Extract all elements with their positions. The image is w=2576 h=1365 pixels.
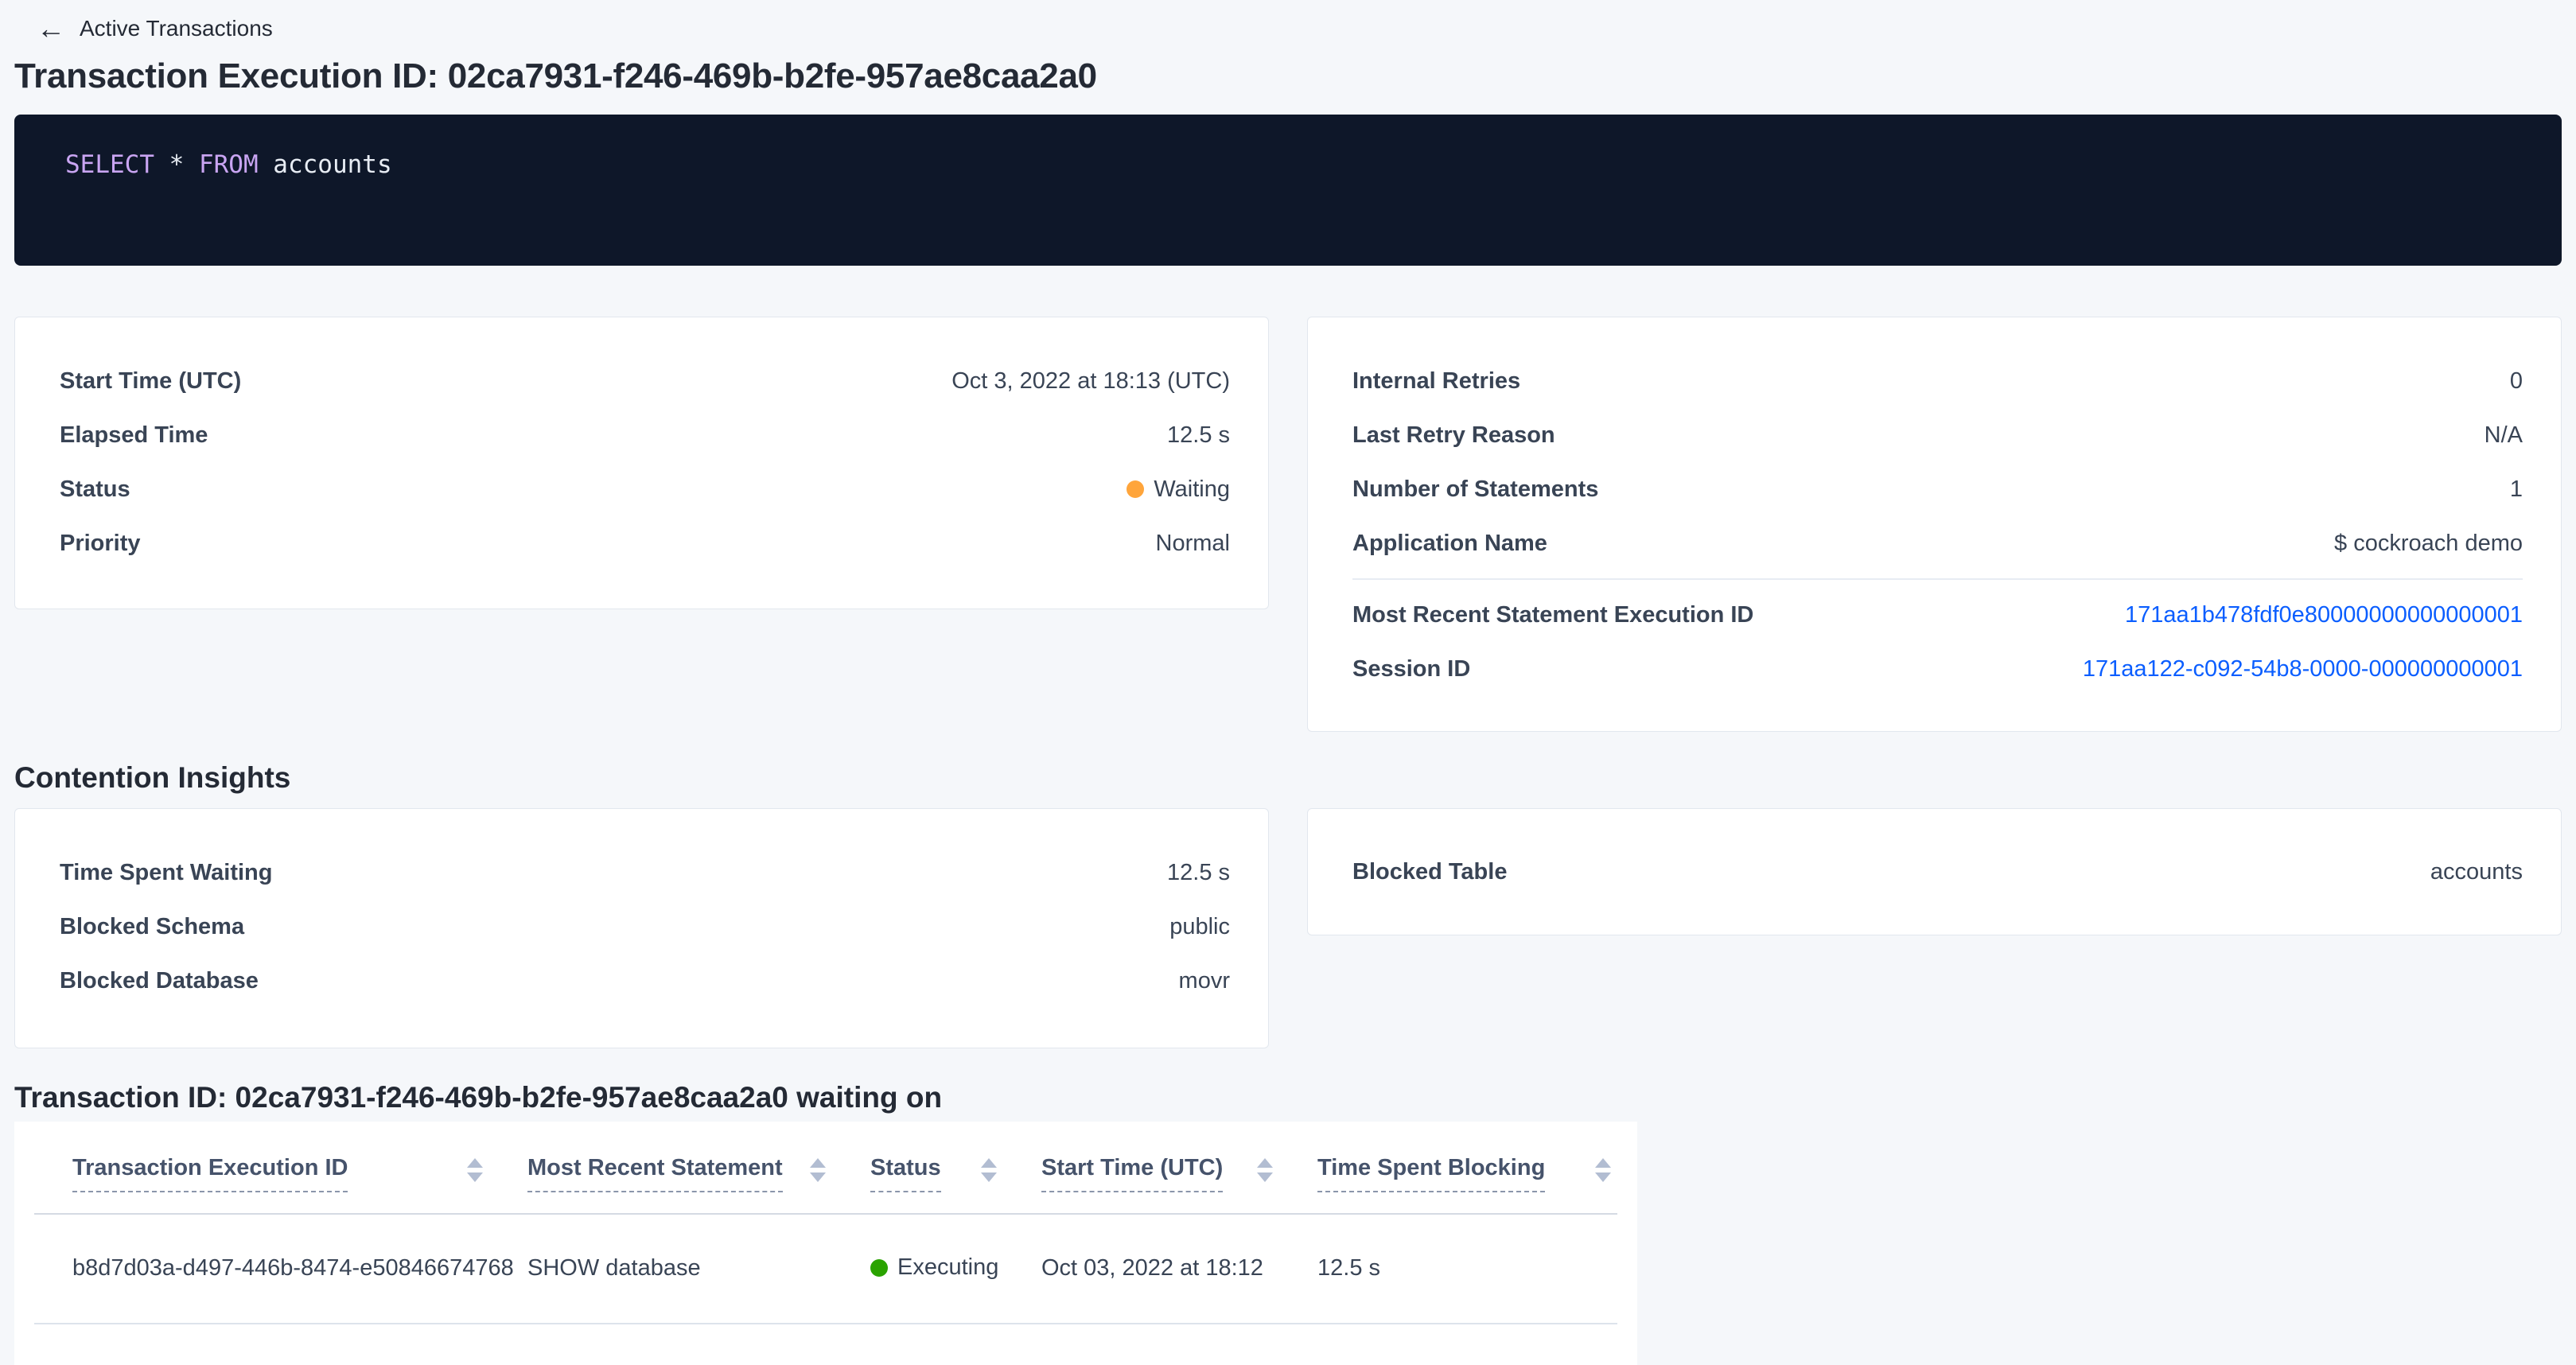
info-value: public [1169,914,1230,940]
info-value: Oct 3, 2022 at 18:13 (UTC) [951,368,1230,395]
info-label: Application Name [1352,531,1547,557]
back-navigation[interactable]: ← Active Transactions [14,0,2562,45]
info-value: accounts [2430,859,2523,885]
sql-plain: accounts [259,150,392,179]
sql-statement-box: SELECT * FROM accounts [14,115,2562,266]
transaction-details-page: ← Active Transactions Transaction Execut… [0,0,2576,1365]
overview-card-left: Start Time (UTC) Oct 3, 2022 at 18:13 (U… [14,317,1269,609]
info-row-elapsed-time: Elapsed Time 12.5 s [60,408,1230,462]
contention-cards-row: Time Spent Waiting 12.5 s Blocked Schema… [14,808,2562,1048]
status-badge: Executing [870,1254,998,1281]
info-value: Normal [1156,531,1230,557]
statement-execution-id-link[interactable]: 171aa1b478fdf0e80000000000000001 [2125,602,2523,628]
info-label: Blocked Database [60,968,259,994]
sort-icon[interactable] [1595,1158,1611,1182]
column-header-label[interactable]: Transaction Execution ID [72,1155,348,1192]
info-row-number-of-statements: Number of Statements 1 [1352,462,2523,516]
sort-icon[interactable] [1257,1158,1273,1182]
info-label: Number of Statements [1352,476,1598,503]
info-label: Blocked Schema [60,914,244,940]
sql-keyword: SELECT [65,150,154,179]
info-row-start-time: Start Time (UTC) Oct 3, 2022 at 18:13 (U… [60,354,1230,408]
info-row-internal-retries: Internal Retries 0 [1352,354,2523,408]
column-header-transaction-execution-id[interactable]: Transaction Execution ID [34,1122,489,1214]
info-row-last-retry-reason: Last Retry Reason N/A [1352,408,2523,462]
table-header-row: Transaction Execution ID Most Recent Sta… [34,1122,1617,1214]
info-row-status: Status Waiting [60,462,1230,516]
status-badge: Waiting [1127,476,1230,503]
status-text: Waiting [1154,476,1230,503]
info-value: $ cockroach demo [2334,531,2523,557]
info-row-blocked-table: Blocked Table accounts [1352,845,2523,899]
info-row-priority: Priority Normal [60,516,1230,570]
cell-status: Executing [832,1214,1003,1324]
column-header-label[interactable]: Status [870,1155,941,1192]
info-label: Status [60,476,130,503]
page-title: Transaction Execution ID: 02ca7931-f246-… [14,56,2562,97]
waiting-on-table-panel: Transaction Execution ID Most Recent Sta… [14,1122,1637,1365]
info-row-time-spent-waiting: Time Spent Waiting 12.5 s [60,846,1230,900]
waiting-on-table: Transaction Execution ID Most Recent Sta… [34,1122,1617,1324]
contention-insights-heading: Contention Insights [14,760,2562,795]
info-label: Elapsed Time [60,422,208,449]
info-value: 0 [2510,368,2523,395]
info-row-blocked-schema: Blocked Schema public [60,900,1230,954]
column-header-label[interactable]: Most Recent Statement [527,1155,783,1192]
column-header-time-spent-blocking[interactable]: Time Spent Blocking [1279,1122,1617,1214]
cell-most-recent-statement: SHOW database [489,1214,832,1324]
status-dot-waiting-icon [1127,480,1144,498]
overview-card-right: Internal Retries 0 Last Retry Reason N/A… [1307,317,2562,732]
sort-icon[interactable] [467,1158,483,1182]
column-header-label[interactable]: Time Spent Blocking [1317,1155,1545,1192]
info-label: Time Spent Waiting [60,860,272,886]
back-link-label[interactable]: Active Transactions [80,16,273,41]
waiting-on-heading: Transaction ID: 02ca7931-f246-469b-b2fe-… [14,1080,2562,1115]
info-label: Internal Retries [1352,368,1520,395]
cell-start-time: Oct 03, 2022 at 18:12 [1003,1214,1279,1324]
info-label: Session ID [1352,656,1470,682]
sql-statement-text: SELECT * FROM accounts [65,150,2530,180]
info-label: Start Time (UTC) [60,368,241,395]
info-row-blocked-database: Blocked Database movr [60,954,1230,1008]
contention-card-left: Time Spent Waiting 12.5 s Blocked Schema… [14,808,1269,1048]
info-row-session-id: Session ID 171aa122-c092-54b8-0000-00000… [1352,642,2523,696]
column-header-start-time[interactable]: Start Time (UTC) [1003,1122,1279,1214]
info-label: Priority [60,531,141,557]
info-value: 12.5 s [1167,860,1230,886]
info-label: Last Retry Reason [1352,422,1555,449]
status-text: Executing [897,1254,998,1281]
card-divider [1352,578,2523,580]
info-value: N/A [2485,422,2523,449]
info-value: movr [1179,968,1230,994]
sql-plain: * [154,150,199,179]
info-row-application-name: Application Name $ cockroach demo [1352,516,2523,570]
session-id-link[interactable]: 171aa122-c092-54b8-0000-000000000001 [2083,656,2523,682]
info-row-statement-execution-id: Most Recent Statement Execution ID 171aa… [1352,588,2523,642]
cell-time-spent-blocking: 12.5 s [1279,1214,1617,1324]
info-label: Blocked Table [1352,859,1507,885]
back-arrow-icon: ← [37,14,65,43]
cell-transaction-execution-id: b8d7d03a-d497-446b-8474-e50846674768 [34,1214,489,1324]
column-header-status[interactable]: Status [832,1122,1003,1214]
sql-keyword: FROM [199,150,259,179]
column-header-most-recent-statement[interactable]: Most Recent Statement [489,1122,832,1214]
sort-icon[interactable] [810,1158,826,1182]
sort-icon[interactable] [981,1158,997,1182]
column-header-label[interactable]: Start Time (UTC) [1041,1155,1223,1192]
contention-card-right: Blocked Table accounts [1307,808,2562,935]
info-label: Most Recent Statement Execution ID [1352,602,1753,628]
overview-cards-row: Start Time (UTC) Oct 3, 2022 at 18:13 (U… [14,317,2562,732]
info-value: 12.5 s [1167,422,1230,449]
status-dot-executing-icon [870,1259,888,1277]
table-row: b8d7d03a-d497-446b-8474-e50846674768 SHO… [34,1214,1617,1324]
info-value: 1 [2510,476,2523,503]
